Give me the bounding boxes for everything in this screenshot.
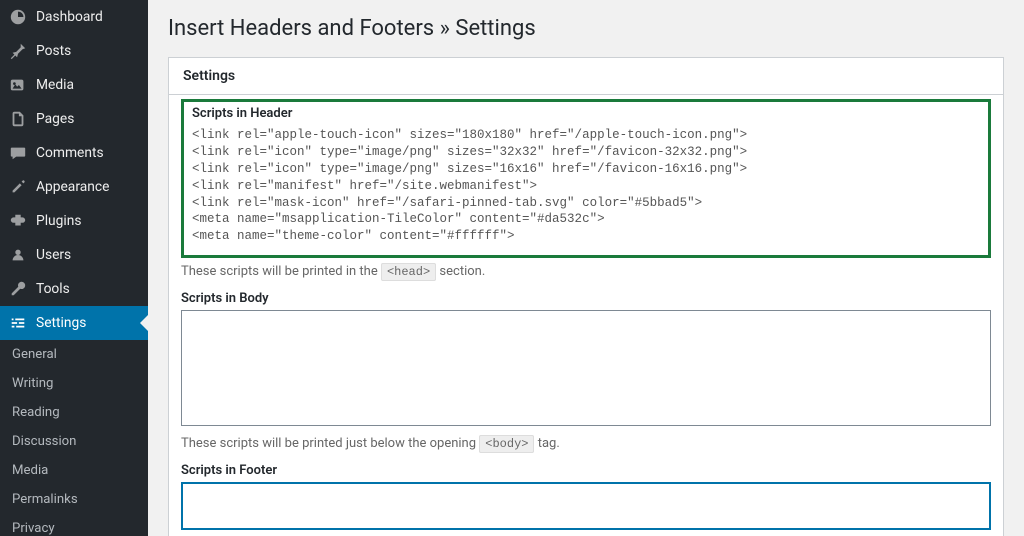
sidebar-item-settings[interactable]: Settings [0,306,148,340]
scripts-in-body-help: These scripts will be printed just below… [181,436,991,451]
scripts-in-header-label: Scripts in Header [190,106,982,121]
sidebar-item-label: Settings [36,315,86,331]
plugins-icon [8,211,28,231]
scripts-in-body-block: Scripts in Body [181,291,991,430]
users-icon [8,245,28,265]
scripts-in-footer-block: Scripts in Footer [181,463,991,534]
sidebar-item-label: Comments [36,145,104,161]
sidebar-item-comments[interactable]: Comments [0,136,148,170]
sidebar-item-label: Pages [36,111,74,127]
settings-icon [8,313,28,333]
sidebar-sub-media[interactable]: Media [0,456,148,485]
help-code-chip: <head> [381,263,436,281]
sidebar-item-label: Tools [36,281,70,297]
sidebar-sub-discussion[interactable]: Discussion [0,427,148,456]
sidebar-item-plugins[interactable]: Plugins [0,204,148,238]
admin-sidebar: Dashboard Posts Media Pages Comments App… [0,0,148,536]
pin-icon [8,41,28,61]
help-text-pre: These scripts will be printed in the [181,264,381,279]
sidebar-item-users[interactable]: Users [0,238,148,272]
sidebar-item-label: Media [36,77,74,93]
help-text-post: tag. [538,436,560,451]
sidebar-item-label: Appearance [36,179,109,195]
main-content: Insert Headers and Footers » Settings Se… [148,0,1024,536]
sidebar-sub-permalinks[interactable]: Permalinks [0,485,148,514]
sidebar-item-pages[interactable]: Pages [0,102,148,136]
pages-icon [8,109,28,129]
media-icon [8,75,28,95]
sidebar-item-posts[interactable]: Posts [0,34,148,68]
help-text-pre: These scripts will be printed just below… [181,436,479,451]
sidebar-item-appearance[interactable]: Appearance [0,170,148,204]
sidebar-item-media[interactable]: Media [0,68,148,102]
scripts-in-footer-textarea[interactable] [181,482,991,530]
panel-title: Settings [169,58,1003,95]
sidebar-item-label: Plugins [36,213,82,229]
sidebar-item-label: Dashboard [36,9,103,25]
panel-body: Scripts in Header These scripts will be … [169,99,1003,536]
scripts-in-body-textarea[interactable] [181,310,991,426]
scripts-in-header-help: These scripts will be printed in the <he… [181,264,991,279]
sidebar-item-label: Users [36,247,71,263]
help-text-post: section. [439,264,485,279]
scripts-in-header-textarea[interactable] [190,125,982,243]
appearance-icon [8,177,28,197]
sidebar-item-tools[interactable]: Tools [0,272,148,306]
comments-icon [8,143,28,163]
dashboard-icon [8,7,28,27]
scripts-in-header-block: Scripts in Header [181,99,991,258]
sidebar-sub-privacy[interactable]: Privacy [0,514,148,536]
page-title: Insert Headers and Footers » Settings [168,16,1004,41]
tools-icon [8,279,28,299]
settings-panel: Settings Scripts in Header These scripts… [168,57,1004,536]
sidebar-sub-general[interactable]: General [0,340,148,369]
sidebar-sub-reading[interactable]: Reading [0,398,148,427]
scripts-in-body-label: Scripts in Body [181,291,991,306]
help-code-chip: <body> [479,435,534,453]
sidebar-item-label: Posts [36,43,71,59]
sidebar-sub-writing[interactable]: Writing [0,369,148,398]
sidebar-item-dashboard[interactable]: Dashboard [0,0,148,34]
scripts-in-footer-label: Scripts in Footer [181,463,991,478]
